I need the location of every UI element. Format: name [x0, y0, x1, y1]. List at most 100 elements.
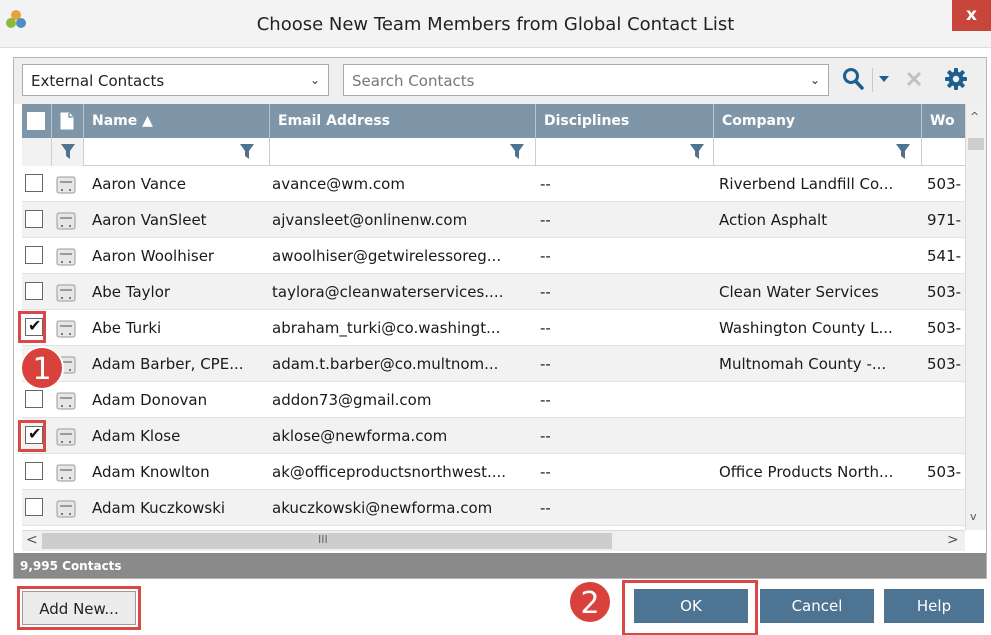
- callout-badge-2: 2: [568, 580, 612, 624]
- callout-badge-1: 1: [20, 346, 64, 390]
- contact-card-icon: [56, 284, 76, 302]
- table-row[interactable]: Adam Kuczkowski akuczkowski@newforma.com…: [22, 490, 965, 526]
- contact-email: awoolhiser@getwirelessoreg...: [272, 247, 502, 265]
- scroll-down-icon[interactable]: v: [970, 510, 977, 523]
- work-phone-filter-input[interactable]: [922, 138, 965, 166]
- contact-disciplines: --: [540, 427, 551, 445]
- help-button[interactable]: Help: [884, 589, 984, 623]
- contact-name: Abe Taylor: [92, 283, 171, 301]
- contact-email: akuczkowski@newforma.com: [272, 499, 493, 517]
- filter-row: [22, 138, 965, 166]
- contact-name: Adam Kuczkowski: [92, 499, 226, 517]
- horizontal-scroll-thumb[interactable]: III: [42, 533, 612, 549]
- email-column-header[interactable]: Email Address: [270, 104, 536, 138]
- scroll-grip-icon: III: [318, 533, 328, 546]
- row-checkbox[interactable]: [25, 462, 43, 480]
- title-bar: Choose New Team Members from Global Cont…: [0, 0, 991, 48]
- contact-work-phone: [927, 490, 965, 526]
- name-filter-input[interactable]: [84, 138, 270, 166]
- toolbar: External Contacts ⌄ Search Contacts ⌄: [14, 58, 986, 104]
- contact-name: Adam Barber, CPE...: [92, 355, 244, 373]
- contact-source-dropdown[interactable]: External Contacts ⌄: [22, 64, 329, 96]
- contact-card-icon: [56, 248, 76, 266]
- contact-work-phone: [927, 382, 965, 418]
- contact-name: Aaron VanSleet: [92, 211, 207, 229]
- scroll-right-icon[interactable]: >: [947, 532, 959, 548]
- highlight-checkbox-adam-klose: [18, 420, 46, 452]
- search-placeholder: Search Contacts: [352, 72, 475, 90]
- type-column-header[interactable]: [52, 104, 84, 138]
- table-row[interactable]: Aaron Vance avance@wm.com -- Riverbend L…: [22, 166, 965, 202]
- row-checkbox[interactable]: [25, 210, 43, 228]
- scroll-up-icon[interactable]: ^: [970, 110, 979, 123]
- work-phone-column-header[interactable]: Wo: [922, 104, 965, 138]
- select-all-checkbox[interactable]: [27, 112, 45, 130]
- row-checkbox[interactable]: [25, 390, 43, 408]
- grid-header: Name ▲ Email Address Disciplines Company…: [22, 104, 965, 138]
- search-input[interactable]: Search Contacts ⌄: [343, 64, 829, 96]
- contact-work-phone: 503-: [927, 319, 962, 337]
- filter-icon[interactable]: [896, 143, 910, 161]
- contact-disciplines: --: [540, 283, 551, 301]
- contact-work-phone: [927, 418, 965, 454]
- search-icon[interactable]: [842, 67, 864, 91]
- contact-work-phone: 541-: [927, 247, 962, 265]
- contact-card-icon: [56, 500, 76, 518]
- contact-card-icon: [56, 176, 76, 194]
- contact-company: Clean Water Services: [719, 283, 879, 301]
- contact-company: Riverbend Landfill Co...: [719, 175, 894, 193]
- row-checkbox[interactable]: [25, 498, 43, 516]
- contact-name: Adam Knowlton: [92, 463, 210, 481]
- contact-card-icon: [56, 212, 76, 230]
- row-checkbox[interactable]: [25, 246, 43, 264]
- contact-email: ak@officeproductsnorthwest....: [272, 463, 507, 481]
- table-row[interactable]: Aaron Woolhiser awoolhiser@getwirelessor…: [22, 238, 965, 274]
- table-row[interactable]: Adam Donovan addon73@gmail.com --: [22, 382, 965, 418]
- contact-name: Aaron Vance: [92, 175, 187, 193]
- table-row[interactable]: ✔ Abe Turki abraham_turki@co.washingt...…: [22, 310, 965, 346]
- table-row[interactable]: Aaron VanSleet ajvansleet@onlinenw.com -…: [22, 202, 965, 238]
- contact-name: Adam Klose: [92, 427, 181, 445]
- contact-company: Action Asphalt: [719, 211, 828, 229]
- scroll-left-icon[interactable]: <: [26, 532, 38, 548]
- contact-card-icon: [56, 464, 76, 482]
- table-row[interactable]: ✔ Adam Klose aklose@newforma.com --: [22, 418, 965, 454]
- filter-icon[interactable]: [240, 143, 254, 161]
- table-row[interactable]: Adam Knowlton ak@officeproductsnorthwest…: [22, 454, 965, 490]
- name-column-header[interactable]: Name ▲: [84, 104, 270, 138]
- disciplines-filter-input[interactable]: [536, 138, 714, 166]
- contact-email: taylora@cleanwaterservices....: [272, 283, 504, 301]
- filter-icon[interactable]: [690, 143, 704, 161]
- contact-email: aklose@newforma.com: [272, 427, 448, 445]
- close-button[interactable]: x: [952, 0, 991, 31]
- filter-icon[interactable]: [510, 143, 524, 161]
- row-checkbox[interactable]: [25, 282, 43, 300]
- filter-icon[interactable]: [61, 143, 75, 161]
- cancel-button[interactable]: Cancel: [760, 589, 874, 623]
- contact-company: [719, 238, 919, 274]
- disciplines-column-header[interactable]: Disciplines: [536, 104, 714, 138]
- filter-cell-check: [22, 138, 52, 166]
- contact-work-phone: 971-: [927, 211, 962, 229]
- clear-search-icon[interactable]: [905, 70, 923, 88]
- select-all-header[interactable]: [22, 104, 52, 138]
- gear-icon[interactable]: [944, 67, 968, 91]
- company-filter-input[interactable]: [714, 138, 922, 166]
- company-column-header[interactable]: Company: [714, 104, 922, 138]
- status-bar: 9,995 Contacts: [14, 553, 986, 578]
- contact-company: [719, 490, 919, 526]
- contact-company: Washington County L...: [719, 319, 893, 337]
- contact-company: Multnomah County -...: [719, 355, 887, 373]
- vertical-scroll-thumb[interactable]: [968, 138, 984, 150]
- table-row[interactable]: Adam Barber, CPE... adam.t.barber@co.mul…: [22, 346, 965, 382]
- filter-cell-type[interactable]: [52, 138, 84, 166]
- email-filter-input[interactable]: [270, 138, 536, 166]
- contact-email: avance@wm.com: [272, 175, 405, 193]
- row-checkbox[interactable]: [25, 174, 43, 192]
- horizontal-scrollbar[interactable]: < III >: [22, 530, 965, 551]
- contact-work-phone: 503-: [927, 463, 962, 481]
- search-options-caret-icon[interactable]: [878, 75, 890, 83]
- vertical-scrollbar[interactable]: ^ v: [965, 104, 986, 530]
- contact-card-icon: [56, 392, 76, 410]
- table-row[interactable]: Abe Taylor taylora@cleanwaterservices...…: [22, 274, 965, 310]
